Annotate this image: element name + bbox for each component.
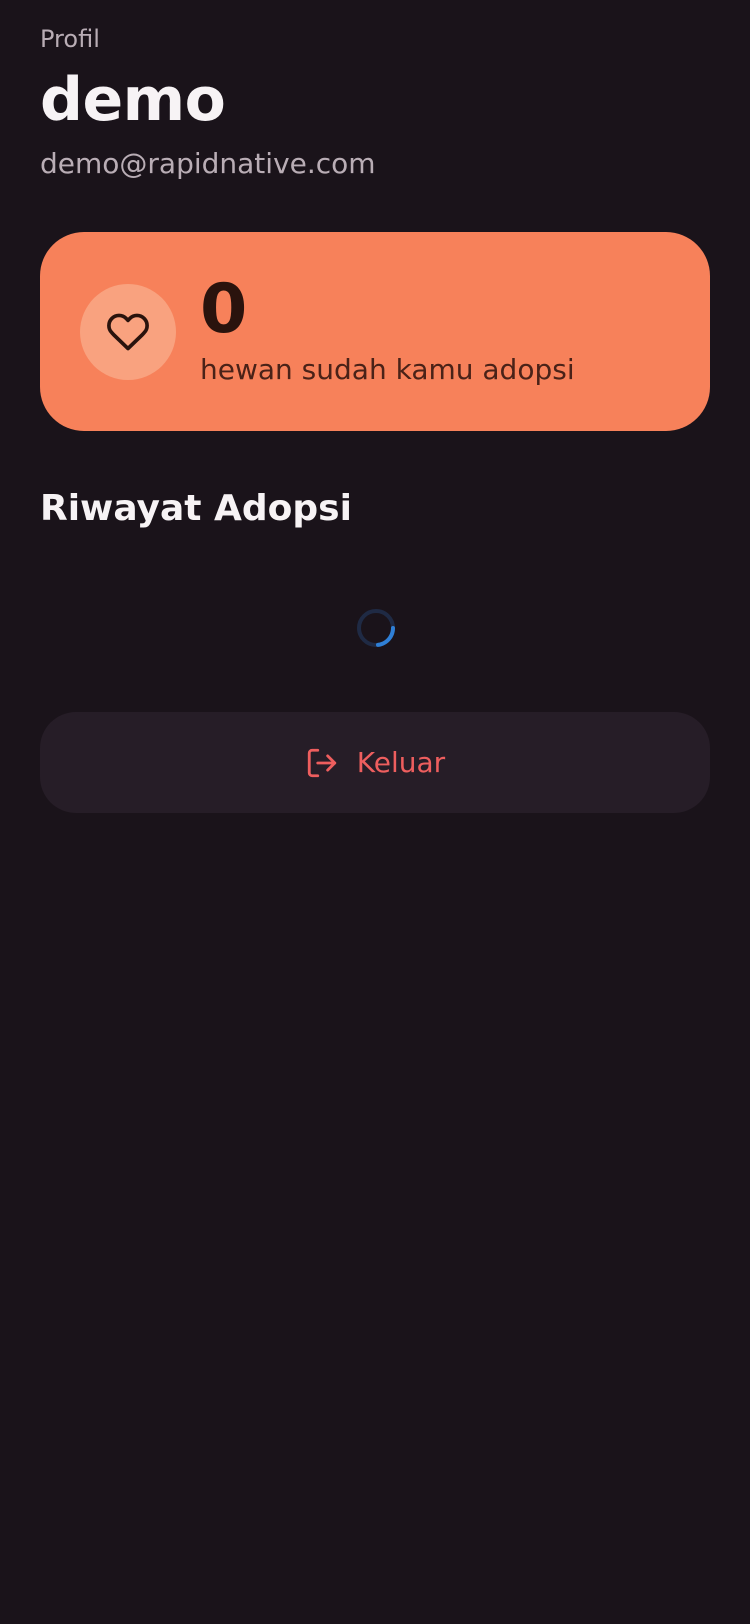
heart-icon-badge [80, 284, 176, 380]
profile-screen: Profil demo demo@rapidnative.com 0 hewan… [0, 0, 750, 1624]
logout-button[interactable]: Keluar [40, 712, 710, 813]
loading-spinner-icon [357, 609, 396, 647]
logout-label: Keluar [356, 745, 446, 779]
user-email: demo@rapidnative.com [40, 147, 376, 180]
adoption-stat-card: 0 hewan sudah kamu adopsi [40, 232, 710, 431]
adoption-caption: hewan sudah kamu adopsi [200, 353, 575, 386]
logout-icon [307, 748, 336, 777]
adoption-count: 0 [200, 270, 248, 349]
user-name: demo [40, 65, 226, 135]
heart-icon [107, 313, 149, 351]
page-label: Profil [40, 25, 100, 53]
adoption-history-title: Riwayat Adopsi [40, 488, 352, 529]
